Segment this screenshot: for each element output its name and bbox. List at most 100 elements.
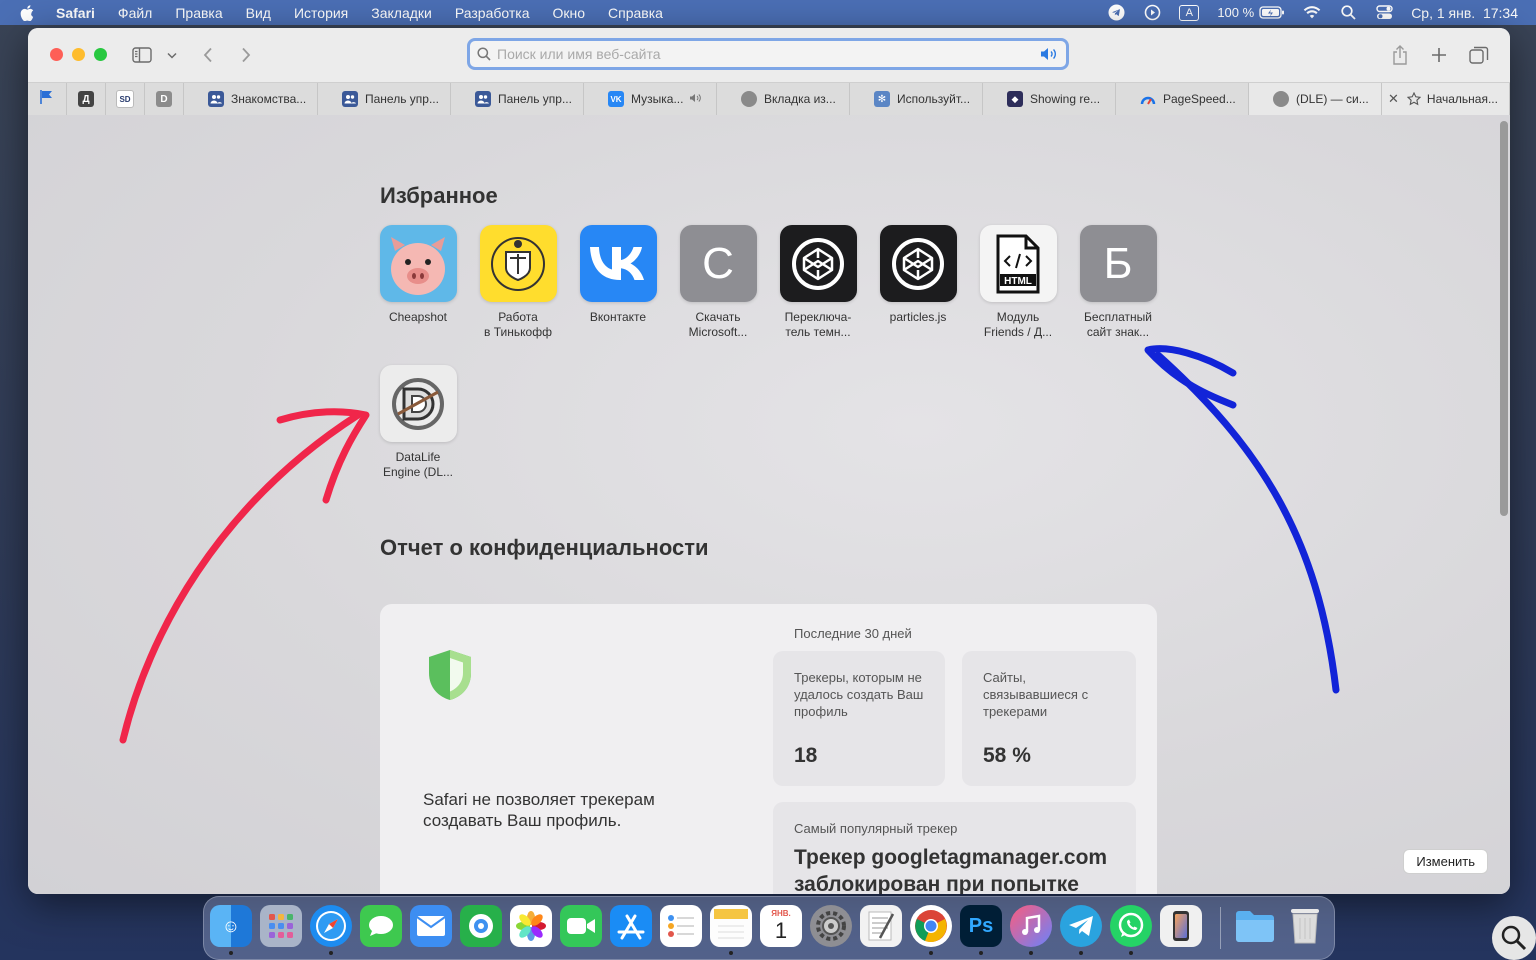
chevron-down-icon[interactable] [160,43,184,67]
menubar-clock[interactable]: Ср, 1 янв. 17:34 [1411,5,1518,21]
window-controls [50,48,107,61]
avatar-icon [741,91,757,107]
tab-item-active[interactable]: (DLE) — си... [1249,83,1382,115]
tab-item[interactable]: Панель упр... [318,83,451,115]
safari-icon[interactable] [310,905,352,947]
reminders-icon[interactable] [660,905,702,947]
running-indicator [229,951,233,955]
music-app-icon[interactable] [1010,905,1052,947]
folder-icon[interactable] [1234,905,1276,947]
sidebar-toggle-icon[interactable] [130,43,154,67]
annotation-arrows [119,345,1340,744]
running-indicator [329,951,333,955]
speaker-icon[interactable] [689,93,702,106]
running-indicator [1029,951,1033,955]
pinned-tab-sd[interactable]: SD [106,83,145,115]
pinned-tab-d[interactable]: Д [67,83,106,115]
new-tab-icon[interactable] [1427,43,1451,67]
menu-help[interactable]: Справка [608,5,663,21]
avatar-icon [1273,91,1289,107]
tab-overview-icon[interactable] [1467,43,1491,67]
battery-percent: 100 % [1217,5,1255,20]
search-icon [477,47,491,61]
tab-label: Панель упр... [498,92,572,106]
notes-icon[interactable] [710,905,752,947]
menu-window[interactable]: Окно [552,5,585,21]
tab-item[interactable]: VK Музыка... [584,83,717,115]
tab-label: Знакомства... [231,92,307,106]
menu-bar: Safari Файл Правка Вид История Закладки … [0,0,1536,25]
photoshop-icon[interactable]: Ps [960,905,1002,947]
menu-history[interactable]: История [294,5,348,21]
running-indicator [729,951,733,955]
tab-bar: Д SD D Знакомства... Панель упр... Панел… [28,82,1510,116]
close-window-button[interactable] [50,48,63,61]
vk-icon: VK [608,91,624,107]
mail-icon[interactable] [410,905,452,947]
whatsapp-icon[interactable] [1110,905,1152,947]
system-settings-icon[interactable] [810,905,852,947]
zoom-window-button[interactable] [94,48,107,61]
menu-view[interactable]: Вид [246,5,271,21]
menu-edit[interactable]: Правка [175,5,222,21]
pinned-tab-label: Д [78,91,94,107]
telegram-icon[interactable] [1060,905,1102,947]
back-arrow-icon[interactable] [196,43,220,67]
minimize-window-button[interactable] [72,48,85,61]
tab-item[interactable]: Вкладка из... [717,83,850,115]
chrome-icon[interactable] [910,905,952,947]
calendar-day: 1 [774,918,788,943]
tab-item[interactable]: ◆ Showing re... [983,83,1116,115]
telegram-status-icon[interactable] [1107,4,1125,22]
speaker-icon[interactable] [1040,47,1058,61]
control-center-icon[interactable] [1375,4,1393,22]
search-input[interactable] [495,45,1029,63]
trash-icon[interactable] [1284,905,1326,947]
menu-develop[interactable]: Разработка [455,5,530,21]
app-store-icon[interactable] [610,905,652,947]
share-icon[interactable] [1388,43,1412,67]
find-my-icon[interactable] [460,905,502,947]
iphone-mirroring-icon[interactable] [1160,905,1202,947]
battery-indicator[interactable]: 100 % [1217,5,1285,20]
forward-arrow-icon[interactable] [234,43,258,67]
tab-item[interactable]: Знакомства... [184,83,318,115]
tab-item[interactable]: ✻ Используйт... [850,83,983,115]
dock: ☺ ЯНВ. 1 Ps [203,896,1335,960]
tab-label: Музыка... [631,92,684,106]
pinned-tab-dle[interactable]: D [145,83,184,115]
launchpad-icon[interactable] [260,905,302,947]
apple-icon[interactable] [20,4,36,21]
menu-file[interactable]: Файл [118,5,152,21]
pinned-tab-flag[interactable] [28,83,67,115]
people-icon [342,91,358,107]
textedit-icon[interactable] [860,905,902,947]
tab-label: Showing re... [1030,92,1101,106]
menu-bookmarks[interactable]: Закладки [371,5,432,21]
address-bar[interactable] [467,38,1069,70]
keyboard-layout-indicator[interactable]: A [1179,4,1200,21]
tab-label: Вкладка из... [764,92,836,106]
people-icon [475,91,491,107]
tab-label: (DLE) — си... [1296,92,1369,106]
finder-icon[interactable]: ☺ [210,905,252,947]
tab-item[interactable]: PageSpeed... [1116,83,1249,115]
photos-icon[interactable] [510,905,552,947]
menu-app-name[interactable]: Safari [56,5,95,21]
play-status-icon[interactable] [1143,4,1161,22]
safari-window: Д SD D Знакомства... Панель упр... Панел… [28,28,1510,894]
close-tab-icon[interactable]: ✕ [1388,91,1399,107]
tab-item-start-page[interactable]: ✕ Начальная... [1382,83,1510,115]
wifi-icon[interactable] [1303,4,1321,22]
spotlight-search-icon[interactable] [1492,916,1536,960]
messages-icon[interactable] [360,905,402,947]
gear-icon: ✻ [874,91,890,107]
tab-label: Используйт... [897,92,971,106]
running-indicator [979,951,983,955]
dock-separator [1220,907,1221,949]
tab-item[interactable]: Панель упр... [451,83,584,115]
red-arrow [119,411,362,744]
calendar-icon[interactable]: ЯНВ. 1 [760,905,802,947]
spotlight-menubar-icon[interactable] [1339,4,1357,22]
facetime-icon[interactable] [560,905,602,947]
